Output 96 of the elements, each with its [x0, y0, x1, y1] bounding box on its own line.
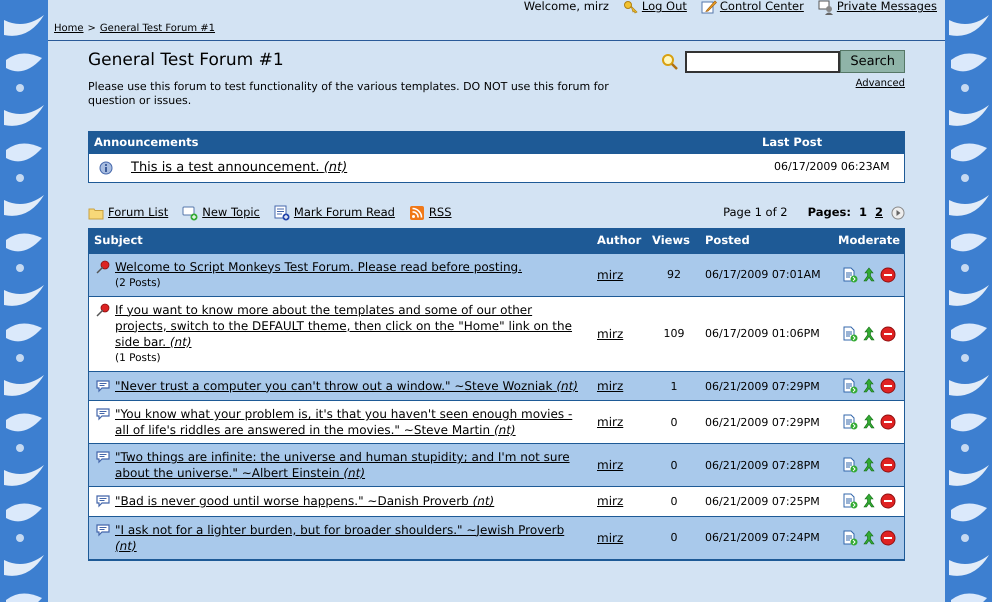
pin-icon — [95, 302, 111, 318]
split-topic-icon[interactable] — [862, 326, 876, 342]
posted-date: 06/17/2009 07:01AM — [705, 268, 821, 282]
move-topic-icon[interactable] — [842, 457, 858, 473]
top-link[interactable]: Private Messages — [836, 0, 937, 16]
column-header: Views — [651, 232, 691, 250]
pin-icon — [95, 258, 111, 274]
delete-icon[interactable] — [880, 457, 896, 473]
search-button[interactable]: Search — [840, 50, 905, 73]
forum-title: General Test Forum #1 — [88, 49, 285, 72]
column-header: Author — [596, 232, 642, 250]
move-topic-icon[interactable] — [842, 530, 858, 546]
speech-bubble-icon — [95, 522, 111, 538]
column-header: Last Post — [762, 134, 824, 151]
post-count: (1 Posts) — [115, 350, 161, 366]
topic-link[interactable]: "You know what your problem is, it's that you haven't seen enough movies - all of life's riddles are answered in the movies." ~Steve Martin (nt) — [115, 406, 582, 438]
author-link[interactable]: mirz — [597, 530, 624, 544]
split-topic-icon[interactable] — [862, 266, 876, 282]
speech-bubble-icon — [95, 378, 111, 394]
column-header: Announcements — [94, 134, 200, 151]
delete-icon[interactable] — [880, 266, 896, 282]
posted-date: 06/21/2009 07:25PM — [705, 495, 820, 508]
delete-icon[interactable] — [880, 378, 896, 394]
topic-link[interactable]: "Two things are infinite: the universe and human stupidity; and I'm not sure about the universe." ~Albert Einstein (nt) — [115, 449, 582, 481]
mark-read-icon — [274, 204, 290, 220]
rss-icon — [408, 204, 425, 220]
topic-link[interactable]: "Never trust a computer you can't throw out a window." ~Steve Wozniak (nt) — [115, 378, 578, 394]
top-link[interactable]: Control Center — [720, 0, 804, 16]
move-topic-icon[interactable] — [842, 266, 858, 282]
forum-description: Please use this forum to test functionality of the various templates. DO NOT use this forum for question or issues. — [88, 80, 610, 108]
speech-bubble-icon — [95, 493, 111, 510]
split-topic-icon[interactable] — [862, 414, 876, 430]
author-link[interactable]: mirz — [597, 326, 624, 340]
view-count: 109 — [664, 327, 684, 340]
info-icon — [99, 160, 113, 174]
author-link[interactable]: mirz — [597, 378, 624, 393]
delete-icon[interactable] — [880, 530, 896, 546]
posted-date: 06/21/2009 07:29PM — [705, 416, 820, 429]
last-post-date: 06/17/2009 06:23AM — [774, 159, 891, 176]
author-link[interactable]: mirz — [597, 415, 624, 429]
speech-bubble-icon — [95, 449, 111, 465]
welcome-text: Welcome, mirz — [524, 0, 609, 16]
page-link[interactable]: 1 — [858, 204, 867, 222]
view-count: 0 — [670, 495, 678, 508]
topic-link[interactable]: "I ask not for a lighter burden, but for broader shoulders." ~Jewish Proverb (nt) — [115, 522, 582, 554]
posted-date: 06/21/2009 07:28PM — [705, 458, 820, 472]
posted-date: 06/17/2009 01:06PM — [705, 327, 820, 340]
toolbar-link[interactable]: Forum List — [108, 204, 168, 222]
key-icon — [622, 0, 639, 15]
author-link[interactable]: mirz — [597, 494, 624, 508]
delete-icon[interactable] — [880, 493, 896, 510]
view-count: 92 — [667, 268, 681, 282]
split-topic-icon[interactable] — [862, 530, 876, 546]
pencil-icon — [700, 0, 717, 15]
split-topic-icon[interactable] — [862, 493, 876, 510]
topic-link[interactable]: "Bad is never good until worse happens." ~Danish Proverb (nt) — [115, 493, 494, 510]
delete-icon[interactable] — [880, 414, 896, 430]
search-field[interactable] — [685, 50, 840, 72]
page-summary: Page 1 of 2 — [723, 204, 788, 221]
view-count: 0 — [670, 458, 678, 472]
toolbar-link[interactable]: RSS — [428, 204, 452, 222]
delete-icon[interactable] — [880, 326, 896, 342]
view-count: 0 — [670, 531, 678, 544]
new-topic-icon — [182, 204, 198, 220]
column-header: Posted — [704, 232, 751, 250]
topic-link[interactable]: Welcome to Script Monkeys Test Forum. Please read before posting. — [115, 258, 522, 274]
breadcrumb-separator: > — [88, 22, 96, 36]
breadcrumb-link[interactable]: General Test Forum #1 — [100, 21, 216, 36]
move-topic-icon[interactable] — [842, 326, 858, 342]
advanced-search-link[interactable]: Advanced — [856, 76, 905, 91]
next-page-icon[interactable] — [891, 206, 905, 220]
search-icon — [661, 52, 680, 70]
view-count: 1 — [670, 380, 678, 392]
view-count: 0 — [670, 416, 678, 429]
announcement-link[interactable]: This is a test announcement. (nt) — [131, 158, 774, 178]
column-header: Moderate — [837, 232, 902, 250]
split-topic-icon[interactable] — [862, 457, 876, 473]
page-link[interactable]: 2 — [874, 204, 883, 222]
move-topic-icon[interactable] — [842, 493, 858, 510]
posted-date: 06/21/2009 07:29PM — [705, 380, 820, 392]
post-count: (2 Posts) — [115, 276, 161, 290]
top-link[interactable]: Log Out — [642, 0, 687, 16]
author-link[interactable]: mirz — [597, 268, 624, 282]
author-link[interactable]: mirz — [597, 458, 624, 472]
move-topic-icon[interactable] — [842, 378, 858, 394]
toolbar-link[interactable]: New Topic — [202, 204, 260, 222]
move-topic-icon[interactable] — [842, 414, 858, 430]
messages-icon — [818, 0, 834, 15]
breadcrumb-link[interactable]: Home — [54, 21, 84, 36]
speech-bubble-icon — [95, 406, 111, 422]
column-header: Subject — [93, 232, 144, 250]
pages-label: Pages: — [808, 204, 851, 221]
split-topic-icon[interactable] — [862, 378, 876, 394]
posted-date: 06/21/2009 07:24PM — [705, 531, 820, 544]
toolbar-link[interactable]: Mark Forum Read — [294, 204, 395, 222]
topic-link[interactable]: If you want to know more about the templates and some of our other projects, switch to the DEFAULT theme, then click on the "Home" link on the side bar. (nt) — [115, 302, 582, 350]
